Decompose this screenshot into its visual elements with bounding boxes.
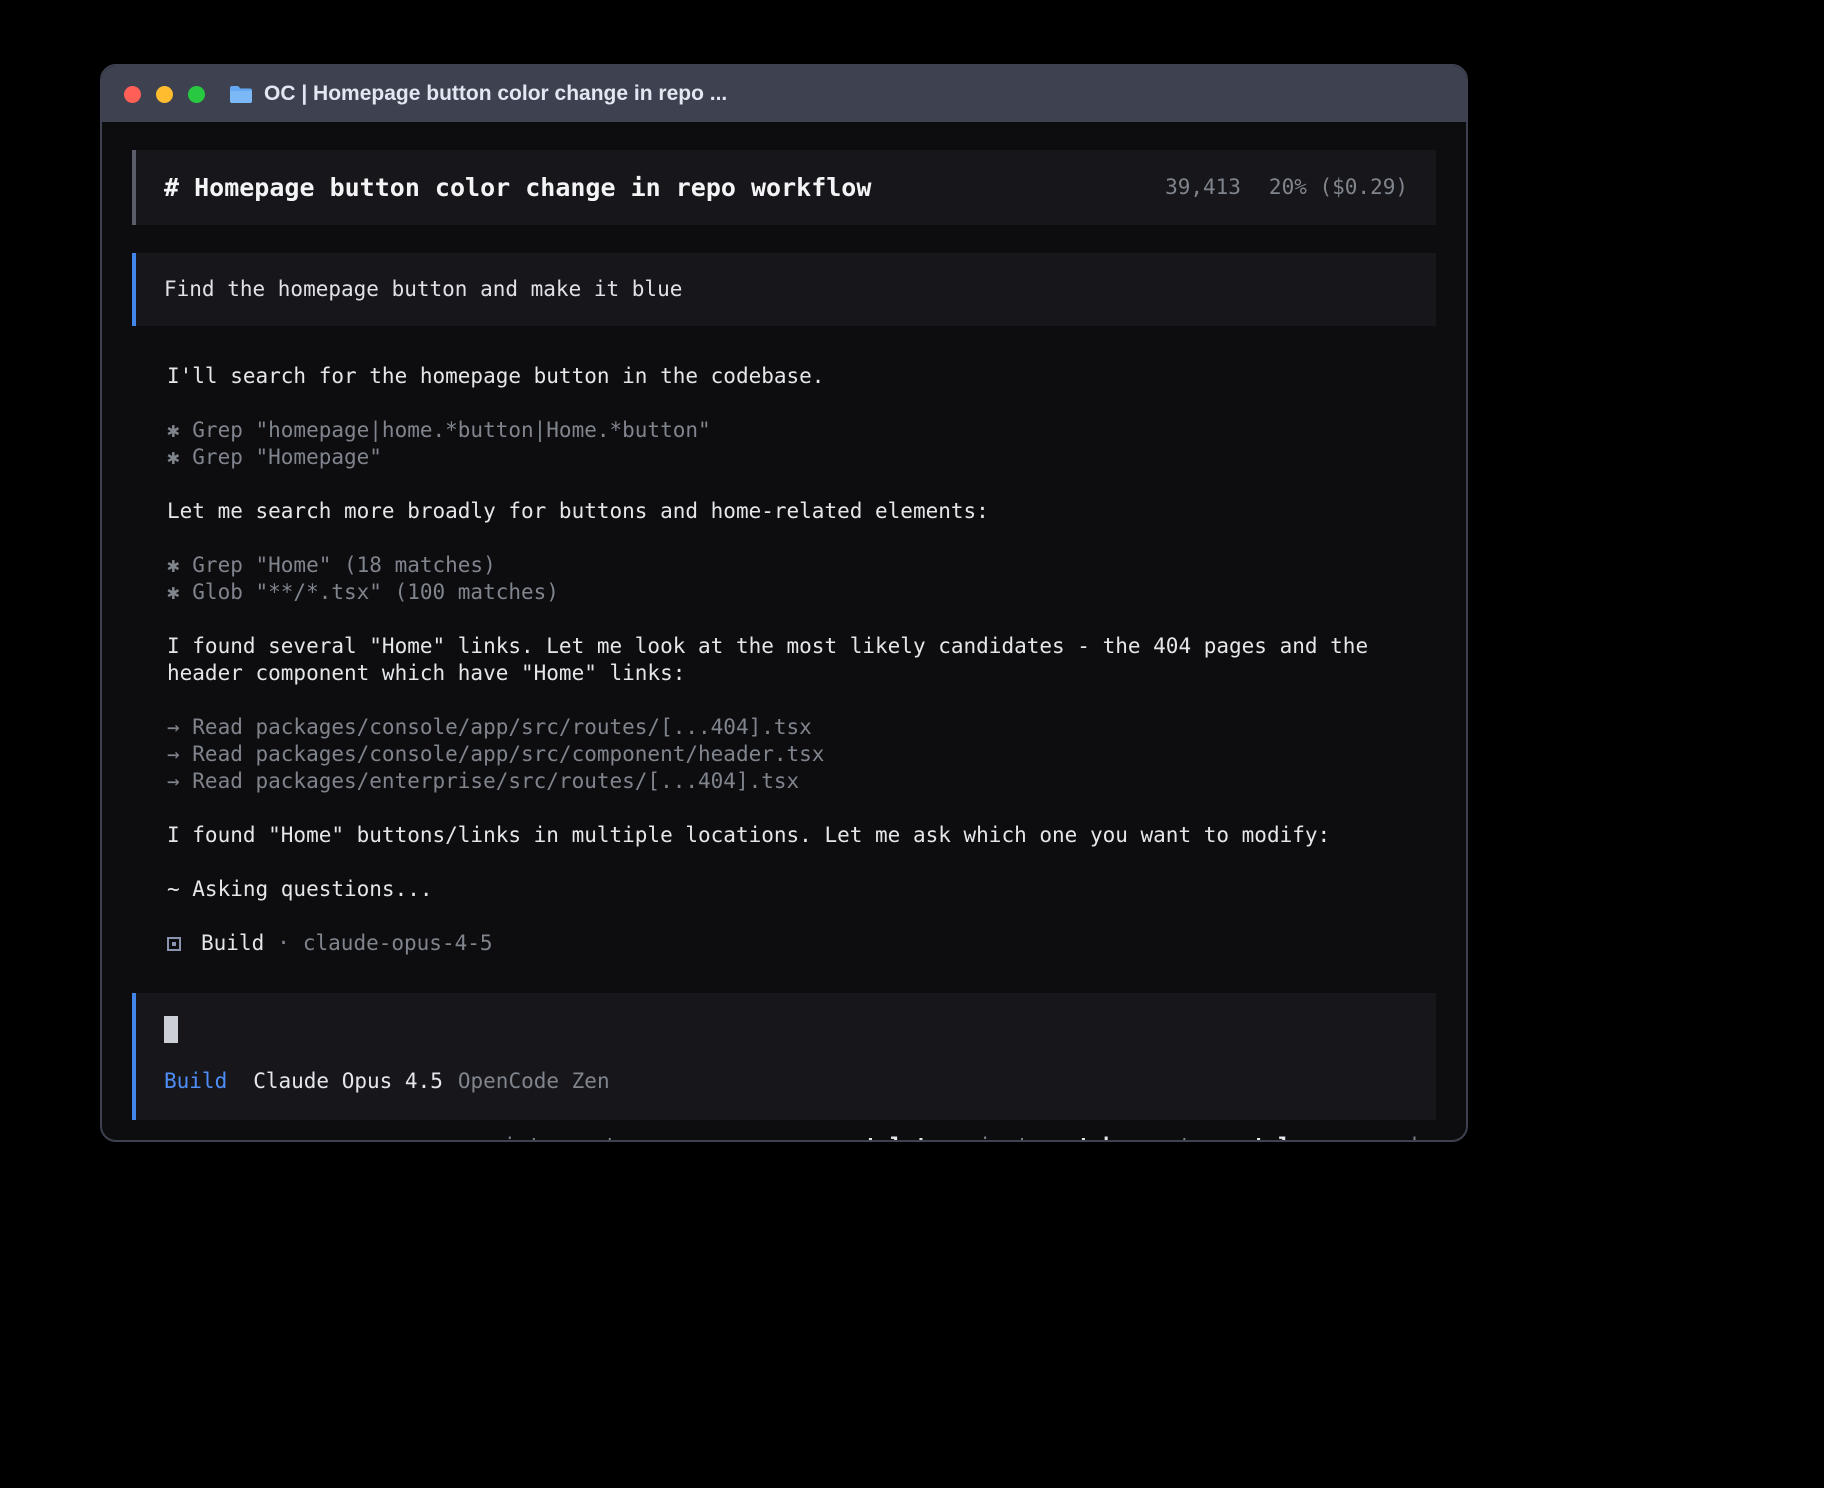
spinner-dots: · · · · · · · · [134,1133,411,1142]
terminal-window: OC | Homepage button color change in rep… [100,64,1468,1142]
shortcut-commands: ctrl+p commands [1240,1133,1430,1142]
prompt-input[interactable]: Build Claude Opus 4.5 OpenCode Zen [132,993,1436,1120]
read-tool-line: → Read packages/console/app/src/routes/[… [167,714,1432,741]
assistant-text-line: Let me search more broadly for buttons a… [167,498,1432,525]
window-title: OC | Homepage button color change in rep… [264,82,727,106]
minimize-button[interactable] [156,86,173,103]
user-message: Find the homepage button and make it blu… [132,253,1436,326]
assistant-transcript: I'll search for the homepage button in t… [132,326,1436,957]
tool-call-line: ✱ Grep "homepage|home.*button|Home.*butt… [167,417,1432,444]
session-header: # Homepage button color change in repo w… [132,150,1436,225]
interrupt-hint: esc interrupt [453,1133,617,1142]
assistant-working-line: ~ Asking questions... [167,876,1432,903]
status-bar: · · · · · · · · esc interrupt ctrl+t var… [132,1133,1436,1142]
read-tool-line: → Read packages/enterprise/src/routes/[.… [167,768,1432,795]
terminal-content: # Homepage button color change in repo w… [102,122,1466,1142]
assistant-text-line: I found "Home" buttons/links in multiple… [167,822,1432,849]
session-stats: 39,413 20% ($0.29) [1165,174,1408,201]
agent-name: Build [201,930,264,957]
shortcut-agents: tab agents [1078,1133,1204,1142]
context-usage: 20% ($0.29) [1269,174,1408,201]
assistant-text-line: I'll search for the homepage button in t… [167,363,1432,390]
prompt-input-line[interactable] [164,1016,1408,1043]
build-agent-icon [167,937,181,951]
provider-label: OpenCode Zen [458,1068,610,1095]
window-titlebar[interactable]: OC | Homepage button color change in rep… [102,66,1466,122]
tool-call-group: ✱ Grep "homepage|home.*button|Home.*butt… [167,417,1432,471]
zoom-button[interactable] [188,86,205,103]
tool-call-line: ✱ Glob "**/*.tsx" (100 matches) [167,579,1432,606]
agent-status-line: Build · claude-opus-4-5 [167,930,1432,957]
tool-call-group: → Read packages/console/app/src/routes/[… [167,714,1432,795]
separator-dot: · [277,930,290,957]
shortcut-variants: ctrl+t variants [852,1133,1042,1142]
tool-call-line: ✱ Grep "Home" (18 matches) [167,552,1432,579]
assistant-text-line: I found several "Home" links. Let me loo… [167,633,1432,687]
tool-call-group: ✱ Grep "Home" (18 matches) ✱ Glob "**/*.… [167,552,1432,606]
esc-key: esc [453,1134,491,1142]
model-label: Claude Opus 4.5 [253,1068,443,1095]
shortcut-hints: ctrl+t variants tab agents ctrl+p comman… [852,1133,1430,1142]
window-controls [124,86,205,103]
token-count: 39,413 [1165,174,1241,201]
folder-icon [229,85,253,104]
mode-label: Build [164,1068,227,1095]
close-button[interactable] [124,86,141,103]
interrupt-label: interrupt [503,1134,617,1142]
session-title: # Homepage button color change in repo w… [164,174,871,201]
text-cursor [164,1016,178,1043]
agent-model: claude-opus-4-5 [303,930,493,957]
prompt-meta: Build Claude Opus 4.5 OpenCode Zen [164,1068,1408,1095]
tool-call-line: ✱ Grep "Homepage" [167,444,1432,471]
user-message-text: Find the homepage button and make it blu… [164,277,682,301]
read-tool-line: → Read packages/console/app/src/componen… [167,741,1432,768]
